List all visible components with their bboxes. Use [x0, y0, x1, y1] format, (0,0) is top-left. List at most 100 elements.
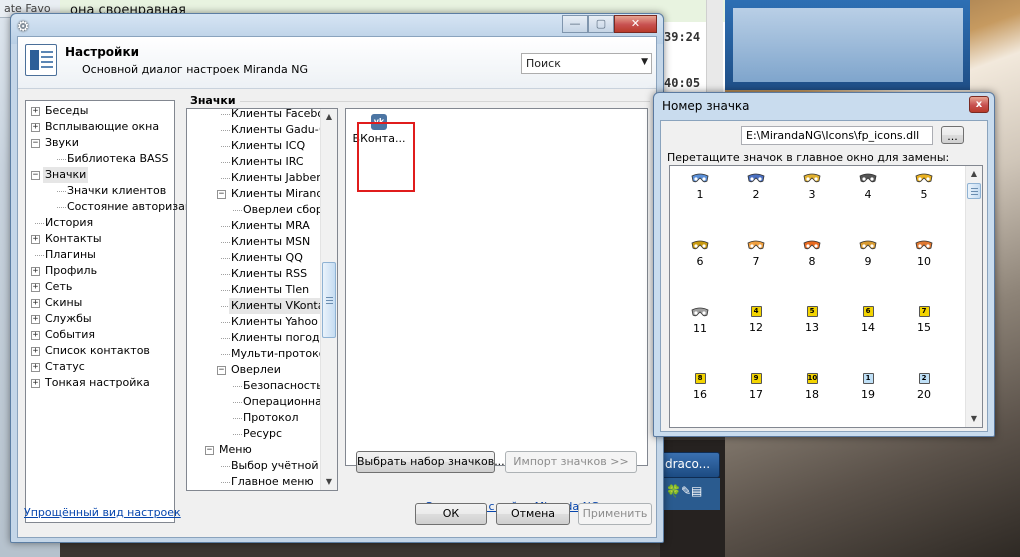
icon-grid[interactable]: 1 2 3 4 5 6 7 8 9 10 11 4 12 5 13 6 14 7 15 8 16 9 17 10 18 1 19 2 2…: [669, 165, 983, 428]
icon-cell[interactable]: 9 17: [728, 367, 784, 427]
icon-cell[interactable]: 3: [784, 166, 840, 226]
tree-item[interactable]: Библиотека BASS: [26, 151, 174, 167]
icon-category-tree[interactable]: Клиенты Facebook Клиенты Gadu-Gadu Клиенты…: [186, 108, 338, 491]
tree-item[interactable]: + Профиль: [26, 263, 174, 279]
scroll-up-icon[interactable]: ▲: [322, 109, 336, 125]
tree-item[interactable]: Клиенты MSN: [187, 234, 322, 250]
tree-item[interactable]: + Контакты: [26, 231, 174, 247]
tree-item[interactable]: Ресурс: [187, 426, 322, 442]
icon-cell[interactable]: 2 20: [896, 367, 952, 427]
icon-cell[interactable]: 5: [896, 166, 952, 226]
scroll-down-icon[interactable]: ▼: [967, 411, 981, 427]
expand-icon[interactable]: +: [31, 347, 40, 356]
taskbar-button[interactable]: draco...: [660, 452, 720, 478]
browse-button[interactable]: ...: [941, 126, 964, 144]
tree-item[interactable]: Выбор учётной записи: [187, 458, 322, 474]
icon-cell[interactable]: 2: [728, 166, 784, 226]
collapse-icon[interactable]: −: [217, 190, 226, 199]
expand-icon[interactable]: +: [31, 379, 40, 388]
icon-cell[interactable]: 10: [896, 233, 952, 293]
ok-button[interactable]: ОК: [415, 503, 487, 525]
scrollbar-thumb[interactable]: [967, 183, 981, 199]
icon-cell[interactable]: 7 15: [896, 300, 952, 360]
tree-item[interactable]: + Беседы: [26, 103, 174, 119]
icon-cell[interactable]: 5 13: [784, 300, 840, 360]
icon-grid-scrollbar[interactable]: ▲ ▼: [965, 166, 982, 427]
options-tree[interactable]: + Беседы + Всплывающие окна − Звуки Библиотека…: [25, 100, 207, 523]
search-input[interactable]: Поиск ▼: [521, 53, 652, 74]
tree-item[interactable]: + Список контактов: [26, 343, 174, 359]
cancel-button[interactable]: Отмена: [496, 503, 570, 525]
icon-category-list[interactable]: Клиенты Facebook Клиенты Gadu-Gadu Клиенты…: [187, 109, 322, 487]
close-button[interactable]: ✕: [614, 15, 657, 33]
tree-item[interactable]: + Службы: [26, 311, 174, 327]
expand-icon[interactable]: +: [31, 315, 40, 324]
tree-item[interactable]: + Всплывающие окна: [26, 119, 174, 135]
icon-cell[interactable]: 1: [672, 166, 728, 226]
tree-item[interactable]: Клиенты QQ: [187, 250, 322, 266]
expand-icon[interactable]: +: [31, 235, 40, 244]
tree-item[interactable]: − Меню: [187, 442, 322, 458]
tree-item[interactable]: Клиенты IRC: [187, 154, 322, 170]
icon-cell[interactable]: 6: [672, 233, 728, 293]
choose-icon-set-button[interactable]: Выбрать набор значков...: [356, 451, 505, 473]
collapse-icon[interactable]: −: [217, 366, 226, 375]
simple-view-link[interactable]: Упрощённый вид настроек: [24, 506, 181, 519]
tree-item[interactable]: Мульти-протокольные: [187, 346, 322, 362]
icon-file-path-field[interactable]: E:\MirandaNG\Icons\fp_icons.dll: [741, 126, 933, 145]
tree-item[interactable]: + Статус: [26, 359, 174, 375]
tree-item[interactable]: Плагины: [26, 247, 174, 263]
scroll-up-icon[interactable]: ▲: [967, 166, 981, 182]
expand-icon[interactable]: +: [31, 331, 40, 340]
tree-item[interactable]: Клиенты RSS: [187, 266, 322, 282]
icon-cell[interactable]: 10 18: [784, 367, 840, 427]
expand-icon[interactable]: +: [31, 107, 40, 116]
tree-item[interactable]: Оверлеи сборок: [187, 202, 322, 218]
tree-item[interactable]: Значки клиентов: [26, 183, 174, 199]
expand-icon[interactable]: +: [31, 123, 40, 132]
tree-item[interactable]: − Оверлеи: [187, 362, 322, 378]
tree-item[interactable]: Клиенты Gadu-Gadu: [187, 122, 322, 138]
tree-item[interactable]: Операционная: [187, 394, 322, 410]
tray-icons[interactable]: 🍀✎▤: [660, 478, 720, 510]
tree-item[interactable]: История: [26, 215, 174, 231]
tree-item[interactable]: Клиенты Yahoo: [187, 314, 322, 330]
expand-icon[interactable]: +: [31, 267, 40, 276]
expand-icon[interactable]: +: [31, 283, 40, 292]
scroll-down-icon[interactable]: ▼: [322, 474, 336, 490]
collapse-icon[interactable]: −: [205, 446, 214, 455]
icon-cell[interactable]: 11: [672, 300, 728, 360]
scrollbar-thumb[interactable]: [322, 262, 336, 338]
icon-cell[interactable]: 6 14: [840, 300, 896, 360]
tree-item[interactable]: − Значки: [26, 167, 174, 183]
tree-item[interactable]: Клиенты погоды: [187, 330, 322, 346]
expand-icon[interactable]: +: [31, 299, 40, 308]
icon-cell[interactable]: 4 12: [728, 300, 784, 360]
tree-item[interactable]: Клиенты Facebook: [187, 109, 322, 122]
tree-item[interactable]: Клиенты VKontakte: [187, 298, 322, 314]
icon-cell[interactable]: 1 19: [840, 367, 896, 427]
tree-item[interactable]: Клиенты ICQ: [187, 138, 322, 154]
tree-item[interactable]: + События: [26, 327, 174, 343]
icon-cell[interactable]: 9: [840, 233, 896, 293]
apply-button[interactable]: Применить: [578, 503, 652, 525]
icon-cell[interactable]: 8 16: [672, 367, 728, 427]
tree-item[interactable]: − Звуки: [26, 135, 174, 151]
tree-item[interactable]: + Сеть: [26, 279, 174, 295]
close-icon[interactable]: x: [969, 96, 989, 113]
maximize-button[interactable]: ▢: [588, 15, 614, 33]
expand-icon[interactable]: +: [31, 363, 40, 372]
tree-item[interactable]: Клиенты Tlen: [187, 282, 322, 298]
tree-item[interactable]: + Тонкая настройка: [26, 375, 174, 391]
import-icons-button[interactable]: Импорт значков >>: [505, 451, 637, 473]
collapse-icon[interactable]: −: [31, 171, 40, 180]
tree-item[interactable]: Клиенты Jabber: [187, 170, 322, 186]
icon-cell[interactable]: 7: [728, 233, 784, 293]
tree-item[interactable]: Состояние авторизации: [26, 199, 207, 215]
collapse-icon[interactable]: −: [31, 139, 40, 148]
icon-grid-content[interactable]: 1 2 3 4 5 6 7 8 9 10 11 4 12 5 13 6 14 7 15 8 16 9 17 10 18 1 19 2 2…: [670, 166, 967, 427]
minimize-button[interactable]: —: [562, 15, 588, 33]
chevron-down-icon[interactable]: ▼: [641, 57, 648, 67]
tree-item[interactable]: − Клиенты Miranda: [187, 186, 322, 202]
tree-scrollbar[interactable]: ▲ ▼: [320, 109, 337, 490]
